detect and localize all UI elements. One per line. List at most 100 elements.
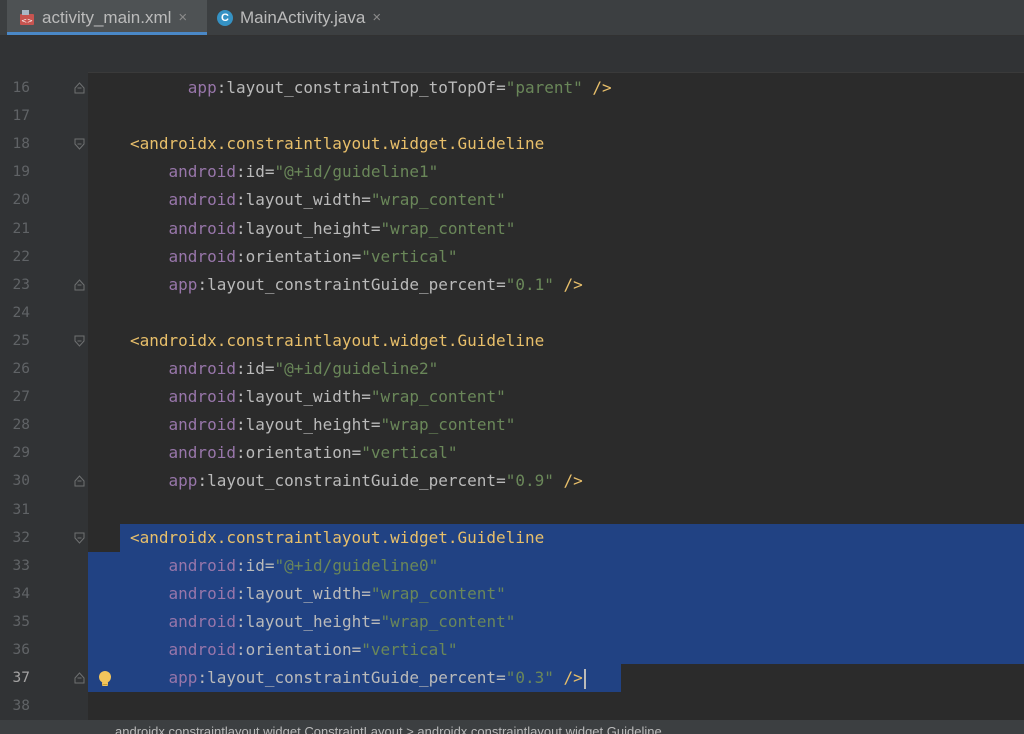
code-line[interactable]: 22 android:orientation="vertical" (0, 243, 1024, 271)
code-text: android:orientation="vertical" (130, 439, 458, 467)
code-token: = (496, 274, 506, 294)
fold-end-icon[interactable] (74, 82, 85, 94)
code-token: layout_height (245, 415, 371, 435)
code-text: android:id="@+id/guideline0" (130, 552, 439, 580)
code-line[interactable]: 32 <androidx.constraintlayout.widget.Guid… (0, 524, 1024, 552)
code-line[interactable]: 31 (0, 496, 1024, 524)
lightbulb-icon[interactable] (97, 670, 113, 688)
fold-open-icon[interactable] (74, 335, 85, 347)
code-text: android:layout_width="wrap_content" (130, 580, 506, 608)
line-number: 21 (12, 220, 30, 237)
code-token: orientation (245, 246, 352, 266)
code-token: = (496, 668, 506, 688)
code-line[interactable]: 18 <androidx.constraintlayout.widget.Guid… (0, 130, 1024, 158)
line-number: 38 (12, 698, 30, 715)
code-token: layout_constraintGuide_percent (207, 668, 497, 688)
code-line[interactable]: 24 (0, 299, 1024, 327)
line-number: 33 (12, 557, 30, 574)
close-icon[interactable]: × (372, 9, 381, 26)
code-token: "parent" (505, 78, 583, 97)
code-token: = (264, 162, 275, 182)
code-token: android (168, 190, 236, 210)
code-token: = (351, 640, 362, 659)
code-line[interactable]: 30 app:layout_constraintGuide_percent="0… (0, 467, 1024, 495)
code-token: : (235, 555, 246, 575)
code-text: app:layout_constraintTop_toTopOf="parent… (130, 74, 612, 102)
code-token: : (235, 387, 246, 407)
code-token: "0.3" (505, 668, 554, 688)
line-number: 30 (12, 473, 30, 490)
editor-toolbar-strip (0, 36, 1024, 73)
code-line[interactable]: 33 android:id="@+id/guideline0" (0, 552, 1024, 580)
code-token: app (168, 274, 198, 294)
code-line[interactable]: 17 (0, 102, 1024, 130)
code-token: layout_constraintTop_toTopOf (226, 78, 497, 97)
code-line[interactable]: 26 android:id="@+id/guideline2" (0, 355, 1024, 383)
code-line[interactable]: 37 app:layout_constraintGuide_percent="0… (0, 664, 1024, 692)
fold-open-icon[interactable] (74, 532, 85, 544)
code-line[interactable]: 25 <androidx.constraintlayout.widget.Guid… (0, 327, 1024, 355)
code-text: app:layout_constraintGuide_percent="0.1"… (130, 271, 583, 299)
code-line[interactable]: 23 app:layout_constraintGuide_percent="0… (0, 271, 1024, 299)
code-token: = (496, 78, 506, 97)
fold-end-icon[interactable] (74, 475, 85, 487)
fold-open-icon[interactable] (74, 138, 85, 150)
code-text: <androidx.constraintlayout.widget.Guidel… (130, 524, 544, 552)
tab-activity-main-xml[interactable]: <> activity_main.xml × (7, 0, 207, 35)
code-text: app:layout_constraintGuide_percent="0.3"… (130, 664, 586, 692)
code-line[interactable]: 21 android:layout_height="wrap_content" (0, 215, 1024, 243)
code-text: <androidx.constraintlayout.widget.Guidel… (130, 327, 544, 355)
code-token: : (235, 583, 246, 603)
fold-end-icon[interactable] (74, 278, 85, 291)
code-line[interactable]: 35 android:layout_height="wrap_content" (0, 608, 1024, 636)
code-token: <androidx.constraintlayout.widget.Guidel… (130, 134, 545, 154)
code-token: : (235, 443, 246, 463)
code-text: android:orientation="vertical" (130, 243, 458, 271)
code-text: android:id="@+id/guideline2" (130, 355, 439, 383)
code-line[interactable]: 28 android:layout_height="wrap_content" (0, 411, 1024, 439)
line-number: 18 (12, 136, 30, 153)
code-line[interactable]: 16 app:layout_constraintTop_toTopOf="par… (0, 74, 1024, 102)
code-token: app (168, 668, 198, 688)
code-line[interactable]: 27 android:layout_width="wrap_content" (0, 383, 1024, 411)
code-token: "wrap_content" (380, 218, 516, 238)
line-number: 36 (12, 642, 30, 658)
code-line[interactable]: 34 android:layout_width="wrap_content" (0, 580, 1024, 608)
code-text: android:orientation="vertical" (130, 636, 458, 664)
line-number: 29 (12, 445, 30, 462)
code-line[interactable]: 38 (0, 692, 1024, 720)
breadcrumb[interactable]: androidx.constraintlayout.widget.Constra… (115, 722, 1015, 734)
text-caret (583, 668, 586, 689)
code-token: "wrap_content" (380, 415, 516, 435)
code-line[interactable]: 29 android:orientation="vertical" (0, 439, 1024, 467)
tab-main-activity-java[interactable]: C MainActivity.java × (209, 0, 404, 35)
code-editor[interactable]: 16 app:layout_constraintTop_toTopOf="par… (0, 72, 1024, 720)
code-token: "@+id/guideline2" (274, 359, 439, 378)
code-token: android (168, 443, 236, 463)
code-token: : (235, 190, 246, 210)
fold-end-icon[interactable] (74, 672, 85, 684)
code-line[interactable]: 19 android:id="@+id/guideline1" (0, 158, 1024, 186)
code-line[interactable]: 36 android:orientation="vertical" (0, 636, 1024, 664)
code-token: id (245, 359, 265, 378)
code-token: : (197, 471, 208, 491)
code-token: android (168, 415, 236, 435)
code-line[interactable]: 20 android:layout_width="wrap_content" (0, 186, 1024, 214)
close-icon[interactable]: × (178, 9, 187, 26)
svg-text:<>: <> (21, 17, 33, 25)
code-token: id (245, 162, 265, 182)
line-number: 34 (12, 585, 30, 602)
code-token: = (264, 555, 275, 575)
code-token: android (168, 640, 236, 659)
code-token: android (168, 162, 236, 182)
